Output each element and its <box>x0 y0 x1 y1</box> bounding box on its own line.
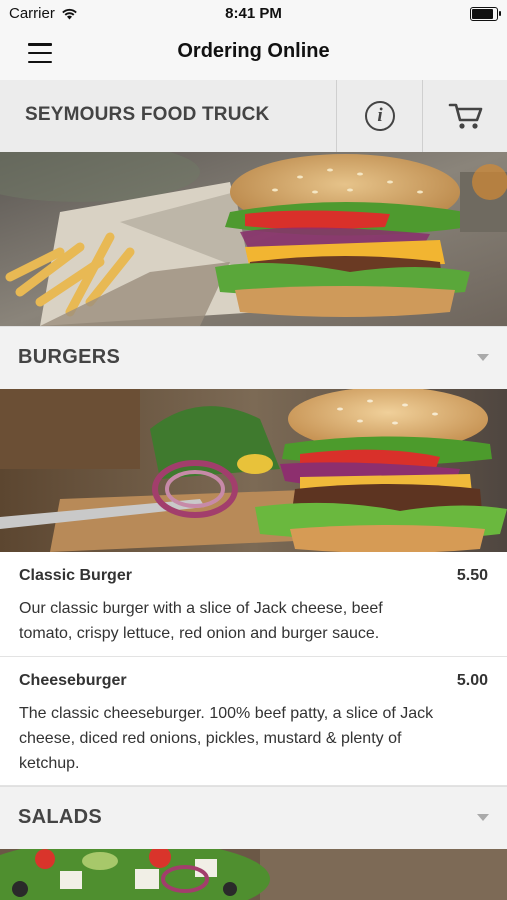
info-icon: i <box>365 101 395 131</box>
item-price: 5.50 <box>456 567 488 584</box>
chevron-down-icon <box>477 814 489 821</box>
status-time: 8:41 PM <box>225 5 282 22</box>
category-burgers[interactable]: BURGERS <box>0 326 507 390</box>
item-name: Cheeseburger <box>19 672 127 689</box>
cart-button[interactable] <box>422 80 507 152</box>
menu-item-classic-burger[interactable]: Classic Burger 5.50 Our classic burger w… <box>0 552 507 657</box>
chevron-down-icon <box>477 354 489 361</box>
salads-category-image <box>0 849 507 900</box>
battery-icon <box>470 7 501 21</box>
cart-icon <box>448 103 482 129</box>
item-price: 5.00 <box>456 672 488 689</box>
item-description: The classic cheeseburger. 100% beef patt… <box>19 705 434 772</box>
burgers-category-image <box>0 389 507 552</box>
shop-name: SEYMOURS FOOD TRUCK <box>25 104 270 125</box>
category-title: SALADS <box>18 806 103 828</box>
status-bar: Carrier 8:41 PM <box>0 0 507 28</box>
category-salads[interactable]: SALADS <box>0 786 507 850</box>
item-name: Classic Burger <box>19 567 132 584</box>
info-button[interactable]: i <box>336 80 423 152</box>
category-title: BURGERS <box>18 346 121 368</box>
shop-header: SEYMOURS FOOD TRUCK i <box>0 80 507 153</box>
nav-bar: Ordering Online <box>0 28 507 81</box>
hero-food-image <box>0 152 507 326</box>
menu-item-cheeseburger[interactable]: Cheeseburger 5.00 The classic cheeseburg… <box>0 657 507 786</box>
item-description: Our classic burger with a slice of Jack … <box>19 600 383 642</box>
page-title: Ordering Online <box>177 40 330 62</box>
